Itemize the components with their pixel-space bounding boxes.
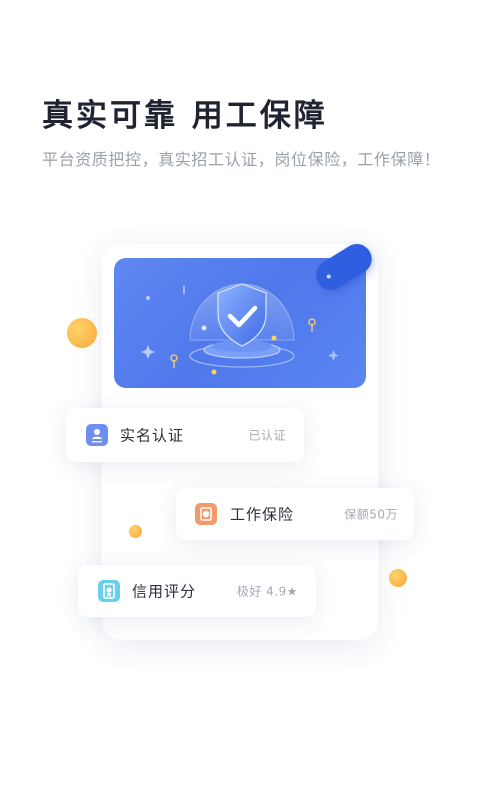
insurance-document-icon [195,503,217,525]
feature-status: 已认证 [248,428,286,443]
feature-status: 极好 4.9★ [236,584,298,599]
feature-status: 保额50万 [344,507,398,522]
credit-badge-icon [98,580,120,602]
feature-card-real-name[interactable]: 实名认证 已认证 [66,408,304,462]
feature-label: 工作保险 [230,505,295,524]
feature-label: 信用评分 [132,582,197,601]
page-subtitle: 平台资质把控，真实招工认证，岗位保险，工作保障！ [42,150,441,169]
feature-label: 实名认证 [120,426,185,445]
decorative-ball [67,318,97,348]
page-title: 真实可靠 用工保障 [42,98,328,134]
id-card-icon [86,424,108,446]
feature-card-insurance[interactable]: 工作保险 保额50万 [176,488,414,540]
feature-card-credit[interactable]: 信用评分 极好 4.9★ [78,565,316,617]
decorative-ball [389,569,407,587]
decorative-ball [129,525,142,538]
